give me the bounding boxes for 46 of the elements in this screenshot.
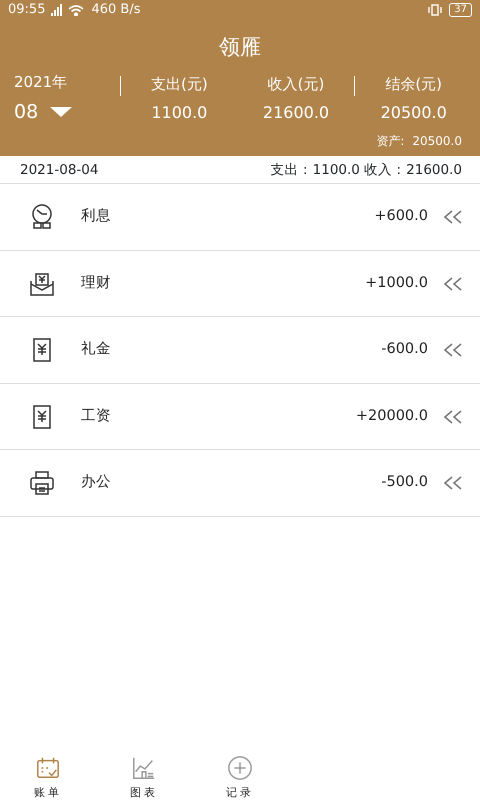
- network-speed: 460 B/s: [91, 1, 140, 20]
- amount: +1000.0: [365, 274, 428, 293]
- category-name: 理财: [81, 274, 111, 293]
- status-time: 09:55: [8, 1, 46, 20]
- summary-value: 1100.0: [150, 102, 208, 124]
- category-name: 礼金: [81, 340, 111, 360]
- summary-label: 结余(元): [384, 74, 444, 94]
- battery-indicator: 37: [449, 3, 472, 17]
- line-chart-icon: [131, 755, 157, 781]
- year-label: 2021年: [14, 72, 68, 92]
- entry-row[interactable]: 利息 +600.0: [0, 184, 480, 251]
- double-chevron-icon[interactable]: [444, 343, 462, 357]
- add-circle-icon: [227, 755, 253, 781]
- double-chevron-icon[interactable]: [444, 210, 462, 224]
- assets-value: 20500.0: [412, 134, 462, 148]
- summary-value: 21600.0: [262, 102, 330, 124]
- tab-button[interactable]: 图表: [96, 750, 192, 800]
- entry-row[interactable]: 办公 -500.0: [0, 450, 480, 517]
- day-summary: 支出：1100.0 收入：21600.0: [270, 161, 462, 180]
- category-name: 工资: [81, 406, 111, 426]
- summary-label: 收入(元): [266, 74, 326, 94]
- wifi-icon: [68, 5, 84, 16]
- double-chevron-icon[interactable]: [444, 410, 462, 424]
- dropdown-arrow-icon: [50, 106, 72, 117]
- category-name: 利息: [81, 207, 111, 226]
- double-chevron-icon[interactable]: [444, 476, 462, 490]
- summary-value: 20500.0: [380, 102, 448, 124]
- category-name: 办公: [81, 473, 111, 492]
- summary-label: 支出(元): [150, 74, 209, 94]
- amount: +600.0: [374, 207, 428, 226]
- tab-button[interactable]: 账单: [0, 750, 96, 800]
- app-title: 领雁: [218, 34, 262, 61]
- entry-row[interactable]: 工资 +20000.0: [0, 384, 480, 450]
- amount: -500.0: [381, 473, 428, 492]
- entry-row[interactable]: 礼金 -600.0: [0, 317, 480, 384]
- amount: -600.0: [381, 340, 428, 360]
- amount: +20000.0: [356, 406, 428, 426]
- tab-button[interactable]: 记录: [192, 750, 288, 800]
- calendar-check-icon: [35, 755, 61, 781]
- signal-icon: [51, 4, 62, 16]
- entry-row[interactable]: 理财 +1000.0: [0, 250, 480, 318]
- vibrate-icon: [428, 4, 442, 16]
- assets-label: 资产:: [376, 134, 404, 148]
- double-chevron-icon[interactable]: [444, 276, 462, 290]
- printer-icon: [28, 469, 56, 497]
- date-label: 2021-08-04: [20, 161, 98, 180]
